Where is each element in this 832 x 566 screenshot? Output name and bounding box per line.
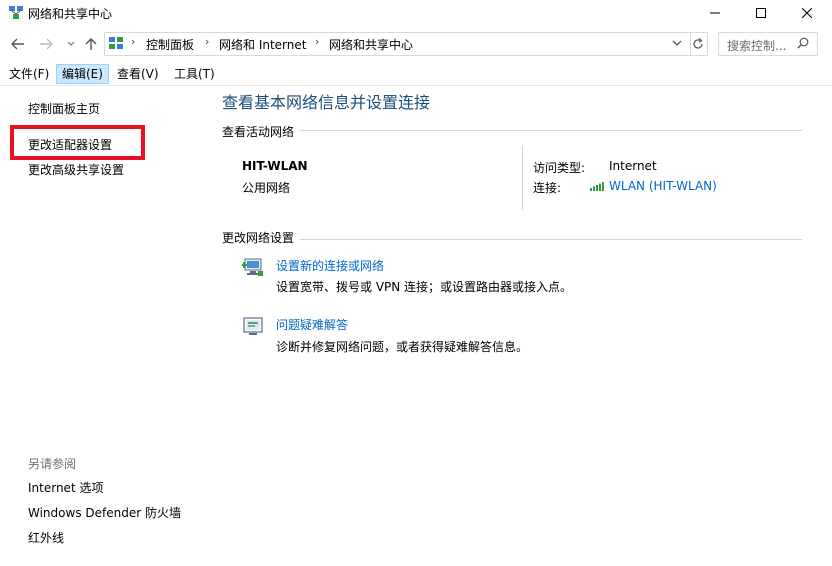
maximize-icon [756,8,766,18]
change-settings-heading: 更改网络设置 [222,231,295,245]
forward-button[interactable] [37,34,55,54]
refresh-button[interactable] [689,32,708,56]
close-icon [802,8,812,18]
access-type-label: 访问类型: [533,161,586,175]
sidebar-internet-options[interactable]: Internet 选项 [28,479,103,496]
breadcrumb-separator: › [315,35,320,48]
menu-view[interactable]: 查看(V) [112,64,164,84]
setup-new-connection-desc: 设置宽带、拨号或 VPN 连接；或设置路由器或接入点。 [276,280,573,294]
menu-edit[interactable]: 编辑(E) [56,64,109,84]
new-connection-icon [242,258,263,276]
minimize-button[interactable] [692,0,738,26]
chevron-down-icon [67,41,75,46]
wifi-signal-icon [590,182,604,191]
troubleshoot-desc: 诊断并修复网络问题，或者获得疑难解答信息。 [276,340,529,354]
breadcrumb-separator: › [131,35,136,48]
back-arrow-icon [11,38,24,50]
network-name: HIT-WLAN [242,159,308,173]
menu-separator [0,85,832,86]
network-category: 公用网络 [242,181,291,195]
refresh-icon [693,38,703,49]
highlight-annotation [10,125,145,160]
menu-tools[interactable]: 工具(T) [169,64,220,84]
control-panel-icon [109,37,123,49]
see-also-heading: 另请参阅 [28,457,77,471]
back-button[interactable] [9,34,27,54]
network-center-icon [9,6,23,19]
section-divider [300,239,802,240]
page-title: 查看基本网络信息并设置连接 [222,93,431,112]
sidebar-change-advanced-sharing[interactable]: 更改高级共享设置 [28,161,124,178]
active-networks-heading: 查看活动网络 [222,125,295,139]
connection-label: 连接: [533,181,562,195]
forward-arrow-icon [40,38,53,50]
breadcrumb-control-panel[interactable]: 控制面板 [146,36,194,53]
menu-file[interactable]: 文件(F) [4,64,54,84]
breadcrumb-network-internet[interactable]: 网络和 Internet [219,36,306,53]
breadcrumb-separator: › [205,35,210,48]
search-placeholder: 搜索控制... [727,39,787,53]
maximize-button[interactable] [738,0,784,26]
recent-locations-button[interactable] [62,34,80,54]
setup-new-connection-link[interactable]: 设置新的连接或网络 [276,257,384,274]
chevron-down-icon [672,40,682,46]
up-button[interactable] [82,34,100,54]
address-dropdown-button[interactable] [672,36,682,50]
sidebar-infrared[interactable]: 红外线 [28,529,64,546]
troubleshoot-link[interactable]: 问题疑难解答 [276,316,348,333]
breadcrumb-network-sharing-center[interactable]: 网络和共享中心 [329,36,413,53]
network-divider [522,146,523,210]
section-divider [300,130,802,131]
sidebar-defender-firewall[interactable]: Windows Defender 防火墙 [28,504,181,521]
minimize-icon [710,12,720,14]
troubleshoot-icon [243,317,263,335]
close-button[interactable] [784,0,830,26]
search-icon[interactable] [797,37,809,49]
window-title: 网络和共享中心 [28,7,113,21]
sidebar-control-panel-home[interactable]: 控制面板主页 [28,100,100,117]
up-arrow-icon [85,38,97,50]
connection-link[interactable]: WLAN (HIT-WLAN) [609,179,717,193]
access-type-value: Internet [609,159,657,173]
